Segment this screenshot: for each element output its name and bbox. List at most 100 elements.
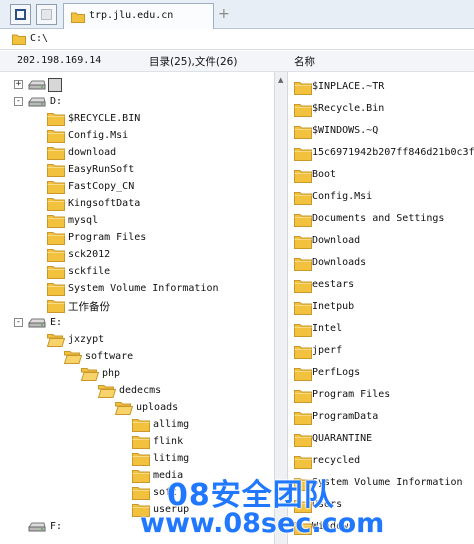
- list-item-label: eestars: [312, 279, 355, 290]
- tree-item-label: sckfile: [68, 266, 111, 277]
- tree-item-label: allimg: [153, 419, 190, 430]
- list-item[interactable]: PerfLogs: [288, 362, 474, 384]
- tree-folder-item[interactable]: 工作备份: [0, 298, 274, 315]
- folder-icon: [294, 256, 312, 274]
- list-item-label: $INPLACE.~TR: [312, 81, 385, 92]
- tree-item-label: Config.Msi: [68, 130, 129, 141]
- tree-folder-item[interactable]: soft: [0, 485, 274, 502]
- tree-folder-item[interactable]: software: [0, 349, 274, 366]
- tree-item-label: uploads: [136, 402, 179, 413]
- folder-icon: [294, 366, 312, 384]
- list-item-label: $Recycle.Bin: [312, 103, 385, 114]
- list-item[interactable]: Downloads: [288, 252, 474, 274]
- tree-folder-item[interactable]: Config.Msi: [0, 128, 274, 145]
- file-list: $INPLACE.~TR $Recycle.Bin $WINDOWS.~Q 15c69…: [288, 72, 474, 544]
- list-item[interactable]: jperf: [288, 340, 474, 362]
- folder-icon: [47, 247, 65, 265]
- list-item-label: System Volume Information: [312, 477, 463, 488]
- tree-folder-item[interactable]: php: [0, 366, 274, 383]
- folder-icon: [294, 80, 312, 98]
- list-item[interactable]: $INPLACE.~TR: [288, 76, 474, 98]
- tree-folder-item[interactable]: userup: [0, 502, 274, 519]
- tree-drive-item[interactable]: - E:: [0, 315, 274, 332]
- tree-folder-item[interactable]: download: [0, 145, 274, 162]
- tree-folder-item[interactable]: mysql: [0, 213, 274, 230]
- tree-item-label: F:: [50, 521, 63, 532]
- folder-icon: [47, 179, 65, 197]
- tree-folder-item[interactable]: media: [0, 468, 274, 485]
- tree-folder-item[interactable]: jxzypt: [0, 332, 274, 349]
- tree-drive-item[interactable]: F:: [0, 519, 274, 536]
- folder-icon: [294, 146, 312, 164]
- tree-folder-item[interactable]: KingsoftData: [0, 196, 274, 213]
- tree-folder-item[interactable]: System Volume Information: [0, 281, 274, 298]
- tree-folder-item[interactable]: sck2012: [0, 247, 274, 264]
- tree-item-label: D:: [50, 96, 63, 107]
- tree-item-label: media: [153, 470, 184, 481]
- folder-open-icon: [63, 349, 83, 367]
- tree-folder-item[interactable]: Program Files: [0, 230, 274, 247]
- column-header-name[interactable]: 名称: [294, 54, 315, 69]
- tree-item-label: 工作备份: [68, 301, 110, 313]
- list-item[interactable]: eestars: [288, 274, 474, 296]
- tree-item-label: dedecms: [119, 385, 162, 396]
- tree-folder-item[interactable]: uploads: [0, 400, 274, 417]
- folder-icon: [294, 476, 312, 494]
- tree-item-label: E:: [50, 317, 63, 328]
- address-bar[interactable]: C:\: [0, 29, 474, 50]
- panel-toggle-button[interactable]: [10, 4, 31, 25]
- list-item[interactable]: Windows: [288, 516, 474, 538]
- folder-icon: [294, 344, 312, 362]
- list-item[interactable]: 15c6971942b207ff846d21b0c3f: [288, 142, 474, 164]
- list-item[interactable]: $Recycle.Bin: [288, 98, 474, 120]
- tab-title: trp.jlu.edu.cn: [89, 10, 174, 21]
- list-item[interactable]: Boot: [288, 164, 474, 186]
- list-item[interactable]: System Volume Information: [288, 472, 474, 494]
- list-item[interactable]: Download: [288, 230, 474, 252]
- list-item-label: ProgramData: [312, 411, 379, 422]
- expand-icon[interactable]: +: [14, 80, 23, 89]
- tree-folder-item[interactable]: flink: [0, 434, 274, 451]
- tab-active[interactable]: trp.jlu.edu.cn: [63, 3, 214, 29]
- tree-folder-item[interactable]: EasyRunSoft: [0, 162, 274, 179]
- tree-drive-item[interactable]: - D:: [0, 94, 274, 111]
- tree-folder-item[interactable]: litimg: [0, 451, 274, 468]
- tree-folder-item[interactable]: FastCopy_CN: [0, 179, 274, 196]
- tree-folder-item[interactable]: $RECYCLE.BIN: [0, 111, 274, 128]
- new-tab-button[interactable]: +: [218, 6, 230, 22]
- tree-item-label: software: [85, 351, 134, 362]
- tree-item-label: EasyRunSoft: [68, 164, 135, 175]
- folder-open-icon: [97, 383, 117, 401]
- list-item[interactable]: Intel: [288, 318, 474, 340]
- list-item[interactable]: Program Files: [288, 384, 474, 406]
- list-item-label: 15c6971942b207ff846d21b0c3f: [312, 147, 474, 158]
- folder-icon: [47, 162, 65, 180]
- list-item-label: Downloads: [312, 257, 367, 268]
- collapse-icon[interactable]: -: [14, 97, 23, 106]
- tree-folder-item[interactable]: dedecms: [0, 383, 274, 400]
- tree-folder-item[interactable]: allimg: [0, 417, 274, 434]
- tree-folder-item[interactable]: sckfile: [0, 264, 274, 281]
- folder-icon: [294, 102, 312, 120]
- list-item[interactable]: recycled: [288, 450, 474, 472]
- list-item[interactable]: Inetpub: [288, 296, 474, 318]
- list-item-label: Config.Msi: [312, 191, 373, 202]
- collapse-icon[interactable]: -: [14, 318, 23, 327]
- list-item[interactable]: QUARANTINE: [288, 428, 474, 450]
- list-item[interactable]: Documents and Settings: [288, 208, 474, 230]
- folder-icon: [294, 300, 312, 318]
- list-item[interactable]: $WINDOWS.~Q: [288, 120, 474, 142]
- list-item[interactable]: ProgramData: [288, 406, 474, 428]
- tab-list-button[interactable]: [36, 4, 57, 25]
- list-item[interactable]: Config.Msi: [288, 186, 474, 208]
- server-ip: 202.198.169.14: [17, 55, 102, 66]
- list-item-label: Documents and Settings: [312, 213, 445, 224]
- tree-drive-item[interactable]: +: [0, 77, 274, 94]
- scrollbar[interactable]: ▲ ▼: [274, 72, 288, 544]
- scroll-down-icon[interactable]: ▼: [278, 520, 283, 528]
- folder-icon: [294, 322, 312, 340]
- tree-item-label: php: [102, 368, 121, 379]
- list-item[interactable]: Users: [288, 494, 474, 516]
- scroll-up-icon[interactable]: ▲: [278, 76, 283, 84]
- folder-open-icon: [80, 366, 100, 384]
